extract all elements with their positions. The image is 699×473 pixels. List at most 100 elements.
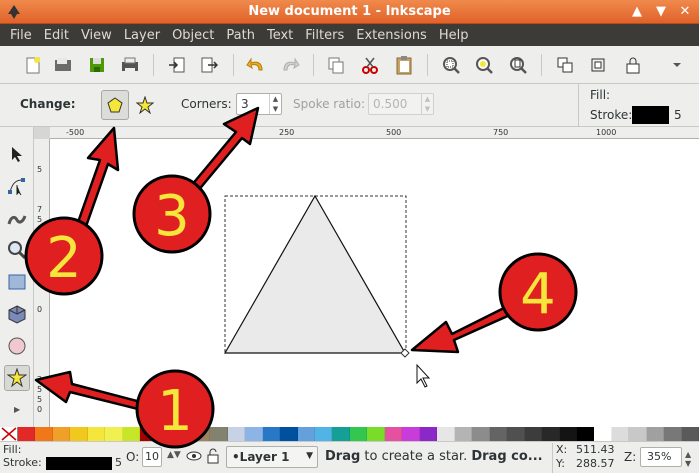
palette-swatch[interactable]: [611, 427, 630, 441]
palette-swatch[interactable]: [419, 427, 438, 441]
palette-swatch[interactable]: [87, 427, 106, 441]
status-message-text: to create a star.: [360, 449, 472, 464]
palette-swatch[interactable]: [35, 427, 53, 441]
palette-swatch[interactable]: [262, 427, 281, 441]
menu-layer[interactable]: Layer: [118, 28, 166, 43]
menu-text[interactable]: Text: [261, 28, 299, 43]
layer-selector[interactable]: •Layer 1 ▼: [226, 446, 318, 468]
current-layer-name: •Layer 1: [232, 450, 290, 464]
palette-swatch[interactable]: [245, 427, 263, 441]
palette-swatch[interactable]: [157, 427, 176, 441]
drawing-canvas[interactable]: [50, 139, 699, 427]
triangle-shape[interactable]: [223, 194, 407, 354]
import-button[interactable]: [166, 54, 188, 76]
print-button[interactable]: [119, 54, 141, 76]
palette-swatch[interactable]: [402, 427, 420, 441]
palette-swatch[interactable]: [437, 427, 455, 441]
undo-button[interactable]: [245, 54, 267, 76]
palette-swatch[interactable]: [227, 427, 246, 441]
star-mode-button[interactable]: [133, 92, 157, 118]
palette-swatch[interactable]: [140, 427, 158, 441]
palette-swatch[interactable]: [192, 427, 211, 441]
toolbox-more-arrow[interactable]: ▶: [14, 405, 20, 414]
open-button[interactable]: [52, 54, 74, 76]
group-button[interactable]: [554, 54, 576, 76]
layer-visibility-toggle[interactable]: [186, 449, 202, 466]
ungroup-button[interactable]: [588, 54, 610, 76]
status-stroke-swatch[interactable]: [46, 457, 112, 470]
palette-swatch[interactable]: [280, 427, 298, 441]
toolbar-overflow-button[interactable]: [666, 54, 688, 76]
redo-button[interactable]: [279, 54, 301, 76]
minimize-button[interactable]: ▲: [629, 4, 645, 19]
opacity-spin-arrows[interactable]: ▲▼: [167, 450, 181, 460]
menu-help[interactable]: Help: [433, 28, 475, 43]
rectangle-tool[interactable]: [4, 269, 30, 295]
palette-swatch[interactable]: [297, 427, 315, 441]
node-tool[interactable]: [4, 173, 30, 199]
menu-path[interactable]: Path: [220, 28, 261, 43]
zoom-spinbox[interactable]: 35%: [640, 447, 682, 467]
export-button[interactable]: [198, 54, 220, 76]
palette-swatch[interactable]: [629, 427, 647, 441]
cut-button[interactable]: [359, 54, 381, 76]
palette-swatch[interactable]: [105, 427, 123, 441]
palette-swatch[interactable]: [681, 427, 699, 441]
corners-spinbox[interactable]: 3 ▲ ▼: [236, 93, 282, 115]
palette-swatch[interactable]: [175, 427, 193, 441]
palette-swatch[interactable]: [210, 427, 228, 441]
ellipse-tool[interactable]: [4, 333, 30, 359]
palette-swatch[interactable]: [122, 427, 141, 441]
stroke-color-swatch[interactable]: [632, 106, 669, 124]
no-paint-swatch[interactable]: [0, 427, 18, 441]
selector-tool[interactable]: [4, 141, 30, 167]
save-button[interactable]: [86, 54, 108, 76]
palette-swatch[interactable]: [454, 427, 473, 441]
palette-swatch[interactable]: [559, 427, 577, 441]
palette-swatch[interactable]: [489, 427, 508, 441]
cursor-x-label: X:: [556, 443, 568, 456]
palette-swatch[interactable]: [384, 427, 403, 441]
zoom-selection-button[interactable]: [440, 54, 462, 76]
zoom-drawing-button[interactable]: [473, 54, 495, 76]
menu-object[interactable]: Object: [166, 28, 220, 43]
menu-filters[interactable]: Filters: [299, 28, 350, 43]
palette-swatch[interactable]: [349, 427, 368, 441]
palette-swatch[interactable]: [646, 427, 665, 441]
palette-swatch[interactable]: [577, 427, 595, 441]
duplicate-button[interactable]: [325, 54, 347, 76]
palette-swatch[interactable]: [332, 427, 350, 441]
tweak-tool[interactable]: [4, 205, 30, 231]
menu-file[interactable]: File: [4, 28, 38, 43]
menu-extensions[interactable]: Extensions: [350, 28, 433, 43]
star-polygon-tool[interactable]: [4, 365, 30, 391]
group-icon: [557, 57, 573, 73]
palette-swatch[interactable]: [507, 427, 525, 441]
maximize-button[interactable]: ▼: [653, 4, 669, 19]
palette-swatch[interactable]: [472, 427, 490, 441]
opacity-spinbox[interactable]: 10: [142, 447, 162, 467]
palette-swatch[interactable]: [367, 427, 385, 441]
zoom-spin-arrows[interactable]: ▲ ▼: [685, 450, 691, 468]
close-button[interactable]: ✕: [677, 4, 693, 19]
zoom-tool[interactable]: [4, 237, 30, 263]
palette-swatch[interactable]: [70, 427, 88, 441]
corners-spin-arrows[interactable]: ▲ ▼: [269, 94, 281, 114]
menu-edit[interactable]: Edit: [38, 28, 75, 43]
menu-view[interactable]: View: [75, 28, 118, 43]
new-document-button[interactable]: [22, 54, 44, 76]
layer-lock-toggle[interactable]: [207, 448, 219, 467]
lock-button[interactable]: [622, 54, 644, 76]
palette-swatch[interactable]: [542, 427, 560, 441]
polygon-mode-button[interactable]: [101, 90, 129, 120]
paste-button[interactable]: [393, 54, 415, 76]
zoom-page-button[interactable]: [507, 54, 529, 76]
palette-swatch[interactable]: [524, 427, 543, 441]
3d-box-icon: [8, 305, 26, 324]
palette-swatch[interactable]: [314, 427, 333, 441]
palette-swatch[interactable]: [18, 427, 36, 441]
palette-swatch[interactable]: [664, 427, 682, 441]
3d-box-tool[interactable]: [4, 301, 30, 327]
palette-swatch[interactable]: [594, 427, 612, 441]
palette-swatch[interactable]: [52, 427, 71, 441]
